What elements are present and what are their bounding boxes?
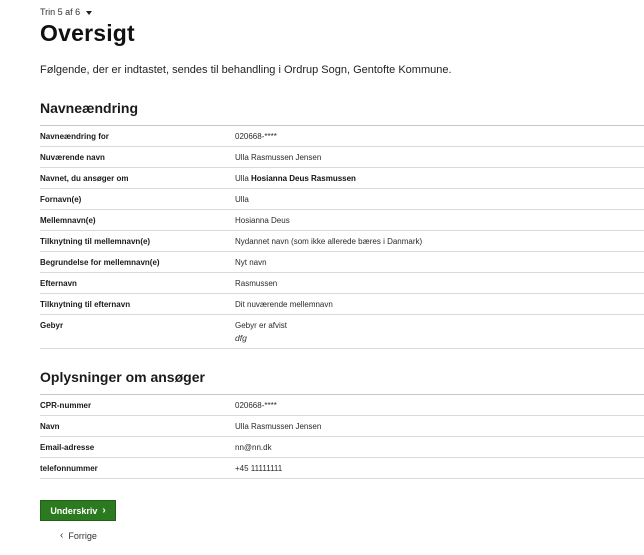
row-label: Navn [40,422,60,431]
back-link-label: Forrige [68,531,97,541]
row-label: Gebyr [40,321,64,330]
row-label: Nuværende navn [40,153,105,162]
row-label: Fornavn(e) [40,195,82,204]
row-label: Navnet, du ansøger om [40,174,129,183]
table-row: Gebyr Gebyr er afvist dfg [40,315,644,349]
page: Trin 5 af 6 Oversigt Følgende, der er in… [0,0,644,555]
chevron-left-icon: ‹ [60,530,64,541]
row-label: Tilknytning til mellemnavn(e) [40,237,151,246]
row-value: +45 11111111 [235,464,283,473]
table-row: Tilknytning til mellemnavn(e) Nydannet n… [40,231,644,252]
row-value: Ulla [235,195,249,204]
row-value: Ulla Hosianna Deus Rasmussen [235,174,356,183]
row-value: nn@nn.dk [235,443,272,452]
row-value: Rasmussen [235,279,278,288]
table-row: Efternavn Rasmussen [40,273,644,294]
requested-first-name: Ulla [235,174,252,183]
row-value: 020668-**** [235,401,277,410]
step-indicator-label: Trin 5 af 6 [40,7,81,17]
table-row: Tilknytning til efternavn Dit nuværende … [40,294,644,315]
table-row: Begrundelse for mellemnavn(e) Nyt navn [40,252,644,273]
row-value: Dit nuværende mellemnavn [235,300,333,309]
table-row: Fornavn(e) Ulla [40,189,644,210]
row-label: CPR-nummer [40,401,92,410]
row-label: Tilknytning til efternavn [40,300,131,309]
table-row: Nuværende navn Ulla Rasmussen Jensen [40,147,644,168]
row-value: Hosianna Deus [235,216,290,225]
table-row: Email-adresse nn@nn.dk [40,437,644,458]
table-row: Mellemnavn(e) Hosianna Deus [40,210,644,231]
section-title-name-change: Navneændring [40,100,139,116]
row-label: Efternavn [40,279,77,288]
row-label: Navneændring for [40,132,109,141]
requested-new-names: Hosianna Deus Rasmussen [251,174,356,183]
row-value: Ulla Rasmussen Jensen [235,153,322,162]
sign-button[interactable]: Underskriv › [40,500,116,521]
row-value: Nyt navn [235,258,267,267]
row-label: Begrundelse for mellemnavn(e) [40,258,160,267]
table-row: CPR-nummer 020668-**** [40,395,644,416]
sign-button-label: Underskriv [50,505,98,516]
row-value: Gebyr er afvist dfg [235,321,287,343]
applicant-table: CPR-nummer 020668-**** Navn Ulla Rasmuss… [40,394,644,479]
table-row: Navneændring for 020668-**** [40,126,644,147]
row-label: telefonnummer [40,464,98,473]
row-value: Ulla Rasmussen Jensen [235,422,322,431]
section-title-applicant: Oplysninger om ansøger [40,369,205,385]
table-row: telefonnummer +45 11111111 [40,458,644,479]
row-label: Mellemnavn(e) [40,216,96,225]
row-value: 020668-**** [235,132,277,141]
page-intro: Følgende, der er indtastet, sendes til b… [40,64,452,76]
page-title: Oversigt [40,20,135,46]
row-value: Nydannet navn (som ikke allerede bæres i… [235,237,423,246]
table-row: Navn Ulla Rasmussen Jensen [40,416,644,437]
caret-down-icon [86,10,93,15]
fee-note: dfg [235,333,247,343]
row-label: Email-adresse [40,443,95,452]
fee-status: Gebyr er afvist [235,321,288,330]
table-row: Navnet, du ansøger om Ulla Hosianna Deus… [40,168,644,189]
step-indicator-dropdown[interactable]: Trin 5 af 6 [40,7,93,17]
name-change-table: Navneændring for 020668-**** Nuværende n… [40,125,644,349]
back-link[interactable]: ‹ Forrige [60,530,97,542]
chevron-right-icon: › [102,504,106,516]
